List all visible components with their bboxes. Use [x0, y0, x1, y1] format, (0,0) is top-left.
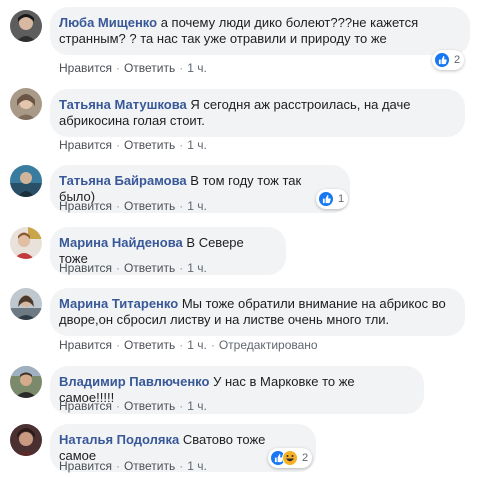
comment-bubble: Люба Мищенко а почему люди дико болеют??…	[50, 7, 470, 55]
comment-actions: Нравится · Ответить · 1 ч.	[59, 261, 207, 275]
reaction-count: 2	[302, 452, 309, 464]
avatar[interactable]	[10, 288, 42, 320]
author-name[interactable]: Владимир Павлюченко	[59, 374, 209, 389]
like-icon	[318, 191, 334, 207]
like-icon	[434, 52, 450, 68]
comments-list: Люба Мищенко а почему люди дико болеют??…	[0, 0, 495, 477]
comment-actions: Нравится · Ответить · 1 ч.	[59, 199, 207, 213]
like-link[interactable]: Нравится	[59, 61, 112, 75]
like-link[interactable]: Нравится	[59, 399, 112, 413]
timestamp[interactable]: 1 ч.	[187, 459, 207, 473]
comment-actions: Нравится · Ответить · 1 ч.	[59, 138, 207, 152]
comment-bubble: Татьяна Матушкова Я сегодня аж расстроил…	[50, 89, 465, 137]
reaction-count: 2	[454, 54, 461, 66]
reaction-summary[interactable]: 2	[432, 50, 465, 70]
avatar[interactable]	[10, 366, 42, 398]
comment-actions: Нравится · Ответить · 1 ч.	[59, 459, 207, 473]
timestamp[interactable]: 1 ч.	[187, 199, 207, 213]
reply-link[interactable]: Ответить	[124, 199, 175, 213]
like-link[interactable]: Нравится	[59, 199, 112, 213]
timestamp[interactable]: 1 ч.	[187, 261, 207, 275]
reaction-count: 1	[338, 193, 345, 205]
like-link[interactable]: Нравится	[59, 459, 112, 473]
author-name[interactable]: Люба Мищенко	[59, 15, 157, 30]
avatar[interactable]	[10, 88, 42, 120]
reaction-summary[interactable]: 1	[316, 189, 349, 209]
author-name[interactable]: Татьяна Байрамова	[59, 173, 187, 188]
edited-label[interactable]: Отредактировано	[219, 338, 318, 352]
timestamp[interactable]: 1 ч.	[187, 61, 207, 75]
avatar[interactable]	[10, 10, 42, 42]
reaction-summary[interactable]: 2	[268, 448, 313, 468]
author-name[interactable]: Марина Титаренко	[59, 296, 178, 311]
author-name[interactable]: Татьяна Матушкова	[59, 97, 187, 112]
comment-actions: Нравится · Ответить · 1 ч.	[59, 399, 207, 413]
comment-actions: Нравится · Ответить · 1 ч.	[59, 61, 207, 75]
like-link[interactable]: Нравится	[59, 138, 112, 152]
avatar[interactable]	[10, 227, 42, 259]
author-name[interactable]: Марина Найденова	[59, 235, 183, 250]
like-link[interactable]: Нравится	[59, 261, 112, 275]
timestamp[interactable]: 1 ч.	[187, 138, 207, 152]
haha-icon	[282, 450, 298, 466]
author-name[interactable]: Наталья Подоляка	[59, 432, 179, 447]
comment-bubble: Марина Титаренко Мы тоже обратили вниман…	[50, 288, 465, 336]
reply-link[interactable]: Ответить	[124, 399, 175, 413]
timestamp[interactable]: 1 ч.	[187, 338, 207, 352]
timestamp[interactable]: 1 ч.	[187, 399, 207, 413]
avatar[interactable]	[10, 165, 42, 197]
avatar[interactable]	[10, 424, 42, 456]
comment-actions: Нравится · Ответить · 1 ч. · Отредактировано	[59, 338, 318, 352]
reply-link[interactable]: Ответить	[124, 138, 175, 152]
like-link[interactable]: Нравится	[59, 338, 112, 352]
reply-link[interactable]: Ответить	[124, 338, 175, 352]
reply-link[interactable]: Ответить	[124, 61, 175, 75]
reply-link[interactable]: Ответить	[124, 261, 175, 275]
reply-link[interactable]: Ответить	[124, 459, 175, 473]
